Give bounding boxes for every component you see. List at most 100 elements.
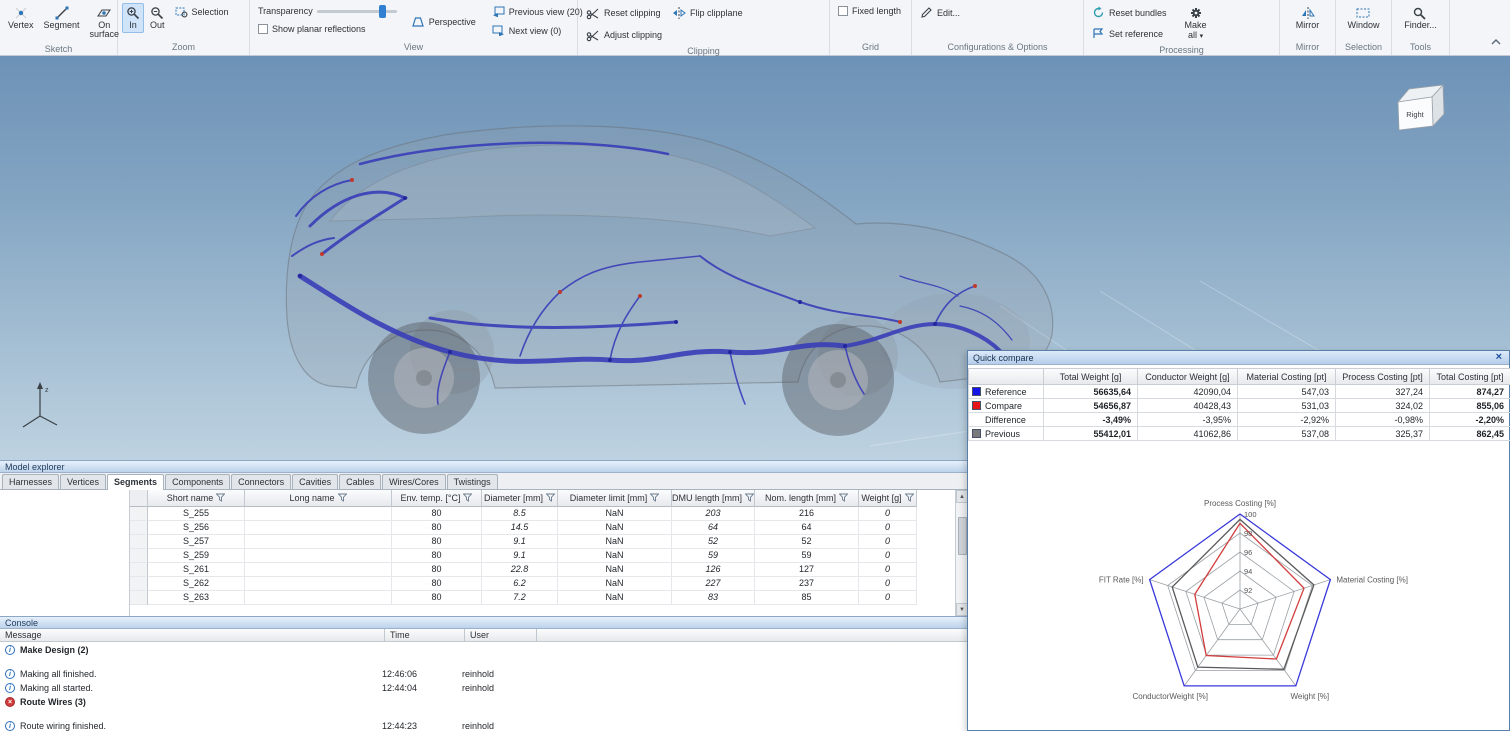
series-name: Reference bbox=[985, 387, 1027, 397]
cell-env-temp-c: 80 bbox=[392, 507, 482, 521]
filter-icon[interactable] bbox=[839, 493, 848, 504]
console-column-user[interactable]: User bbox=[465, 629, 537, 641]
segment-button[interactable]: Segment bbox=[40, 3, 84, 33]
table-row[interactable]: S_257809.1NaN52520 bbox=[130, 535, 955, 549]
console-row[interactable]: iRoute wiring finished.12:44:23reinhold bbox=[0, 719, 968, 731]
quick-compare-row: Reference56635,6442090,04547,03327,24874… bbox=[968, 385, 1509, 399]
transparency-slider-thumb[interactable] bbox=[379, 5, 386, 18]
tab-cables[interactable]: Cables bbox=[339, 474, 381, 489]
cell-short-name: S_256 bbox=[148, 521, 245, 535]
qc-value: 874,27 bbox=[1430, 385, 1510, 399]
table-row[interactable]: S_259809.1NaN59590 bbox=[130, 549, 955, 563]
window-selection-button[interactable]: Window bbox=[1343, 3, 1383, 33]
reset-clipping-button[interactable]: Reset clipping bbox=[582, 3, 666, 23]
column-header-diameter-limit-mm[interactable]: Diameter limit [mm] bbox=[558, 490, 672, 507]
column-header-nom-length-mm[interactable]: Nom. length [mm] bbox=[755, 490, 859, 507]
group-label-mirror: Mirror bbox=[1280, 41, 1335, 55]
column-header-short-name[interactable]: Short name bbox=[148, 490, 245, 507]
dropdown-caret-icon: ▾ bbox=[1200, 33, 1204, 40]
cell-nom-length-mm: 216 bbox=[755, 507, 859, 521]
table-row[interactable]: S_262806.2NaN2272370 bbox=[130, 577, 955, 591]
adjust-clipping-button[interactable]: Adjust clipping bbox=[582, 25, 666, 45]
make-all-button[interactable]: Make all ▾ bbox=[1181, 3, 1211, 44]
transparency-control: Transparency bbox=[254, 3, 401, 19]
filter-icon[interactable] bbox=[650, 493, 659, 504]
finder-button[interactable]: Finder... bbox=[1400, 3, 1441, 33]
filter-icon[interactable] bbox=[546, 493, 555, 504]
reset-bundles-button[interactable]: Reset bundles bbox=[1088, 3, 1171, 22]
console-row[interactable]: ×Route Wires (3) bbox=[0, 695, 968, 709]
console-column-message[interactable]: Message bbox=[0, 629, 385, 641]
column-header-weight-g[interactable]: Weight [g] bbox=[859, 490, 917, 507]
close-icon[interactable]: × bbox=[1494, 352, 1504, 363]
vertex-button[interactable]: Vertex bbox=[4, 3, 38, 33]
series-name-cell: Compare bbox=[968, 399, 1044, 413]
column-header-env-temp-c[interactable]: Env. temp. [°C] bbox=[392, 490, 482, 507]
zoom-in-button[interactable]: In bbox=[122, 3, 144, 33]
next-view-button[interactable]: Next view (0) bbox=[488, 22, 587, 39]
zoom-selection-button[interactable]: Selection bbox=[171, 3, 233, 21]
group-label-grid: Grid bbox=[830, 41, 911, 55]
qc-value: -0,98% bbox=[1336, 413, 1430, 427]
table-row[interactable]: S_255808.5NaN2032160 bbox=[130, 507, 955, 521]
qc-value: 40428,43 bbox=[1138, 399, 1238, 413]
cell-nom-length-mm: 59 bbox=[755, 549, 859, 563]
perspective-button[interactable]: Perspective bbox=[407, 13, 480, 31]
tab-twistings[interactable]: Twistings bbox=[447, 474, 498, 489]
tab-cavities[interactable]: Cavities bbox=[292, 474, 338, 489]
tab-wires-cores[interactable]: Wires/Cores bbox=[382, 474, 446, 489]
planar-reflections-checkbox-row[interactable]: Show planar reflections bbox=[254, 21, 401, 37]
table-row[interactable]: S_2568014.5NaN64640 bbox=[130, 521, 955, 535]
column-header-dmu-length-mm[interactable]: DMU length [mm] bbox=[672, 490, 755, 507]
qc-value: -2,92% bbox=[1238, 413, 1336, 427]
cell-diameter-mm: 14.5 bbox=[482, 521, 558, 535]
cell-weight-g: 0 bbox=[859, 577, 917, 591]
tab-vertices[interactable]: Vertices bbox=[60, 474, 106, 489]
zoom-out-button[interactable]: Out bbox=[146, 3, 169, 33]
set-reference-button[interactable]: Set reference bbox=[1088, 24, 1171, 43]
filter-icon[interactable] bbox=[905, 493, 914, 504]
filter-icon[interactable] bbox=[338, 493, 347, 504]
column-header-long-name[interactable]: Long name bbox=[245, 490, 392, 507]
fixed-length-checkbox[interactable] bbox=[838, 6, 848, 16]
cell-weight-g: 0 bbox=[859, 507, 917, 521]
segment-label: Segment bbox=[44, 21, 80, 30]
console-row[interactable]: iMaking all started.12:44:04reinhold bbox=[0, 681, 968, 695]
table-row[interactable]: S_2618022.8NaN1261270 bbox=[130, 563, 955, 577]
console-row[interactable]: iMaking all finished.12:46:06reinhold bbox=[0, 667, 968, 681]
console-row[interactable]: iMake Design (2) bbox=[0, 643, 968, 657]
view-cube[interactable]: Right bbox=[1398, 85, 1444, 130]
error-icon: × bbox=[5, 697, 15, 707]
next-view-label: Next view (0) bbox=[509, 26, 562, 36]
cell-long-name bbox=[245, 591, 392, 605]
tab-segments[interactable]: Segments bbox=[107, 474, 164, 490]
tab-connectors[interactable]: Connectors bbox=[231, 474, 291, 489]
filter-icon[interactable] bbox=[216, 493, 225, 504]
scroll-thumb[interactable] bbox=[958, 517, 967, 555]
previous-view-button[interactable]: Previous view (20) bbox=[488, 3, 587, 20]
tab-harnesses[interactable]: Harnesses bbox=[2, 474, 59, 489]
table-row[interactable]: S_263807.2NaN83850 bbox=[130, 591, 955, 605]
segments-table-body: S_255808.5NaN2032160S_2568014.5NaN64640S… bbox=[130, 507, 955, 605]
collapse-ribbon-button[interactable] bbox=[1482, 29, 1510, 55]
set-reference-label: Set reference bbox=[1109, 29, 1163, 39]
filter-icon[interactable] bbox=[745, 493, 754, 504]
transparency-slider[interactable] bbox=[317, 10, 397, 13]
cell-long-name bbox=[245, 563, 392, 577]
mirror-button[interactable]: Mirror bbox=[1292, 3, 1324, 33]
console-column-time[interactable]: Time bbox=[385, 629, 465, 641]
filter-icon[interactable] bbox=[463, 493, 472, 504]
tab-components[interactable]: Components bbox=[165, 474, 230, 489]
column-header-diameter-mm[interactable]: Diameter [mm] bbox=[482, 490, 558, 507]
cell-diameter-mm: 8.5 bbox=[482, 507, 558, 521]
vertex-icon bbox=[14, 6, 28, 20]
planar-reflections-checkbox[interactable] bbox=[258, 24, 268, 34]
flip-clipplane-button[interactable]: Flip clipplane bbox=[668, 3, 747, 23]
qc-value: 327,24 bbox=[1336, 385, 1430, 399]
planar-reflections-label: Show planar reflections bbox=[272, 24, 366, 34]
quick-compare-row: Compare54656,8740428,43531,03324,02855,0… bbox=[968, 399, 1509, 413]
row-header bbox=[130, 577, 148, 591]
fixed-length-checkbox-row[interactable]: Fixed length bbox=[834, 3, 905, 19]
series-name-cell: Difference bbox=[968, 413, 1044, 427]
edit-config-button[interactable]: Edit... bbox=[916, 3, 964, 22]
